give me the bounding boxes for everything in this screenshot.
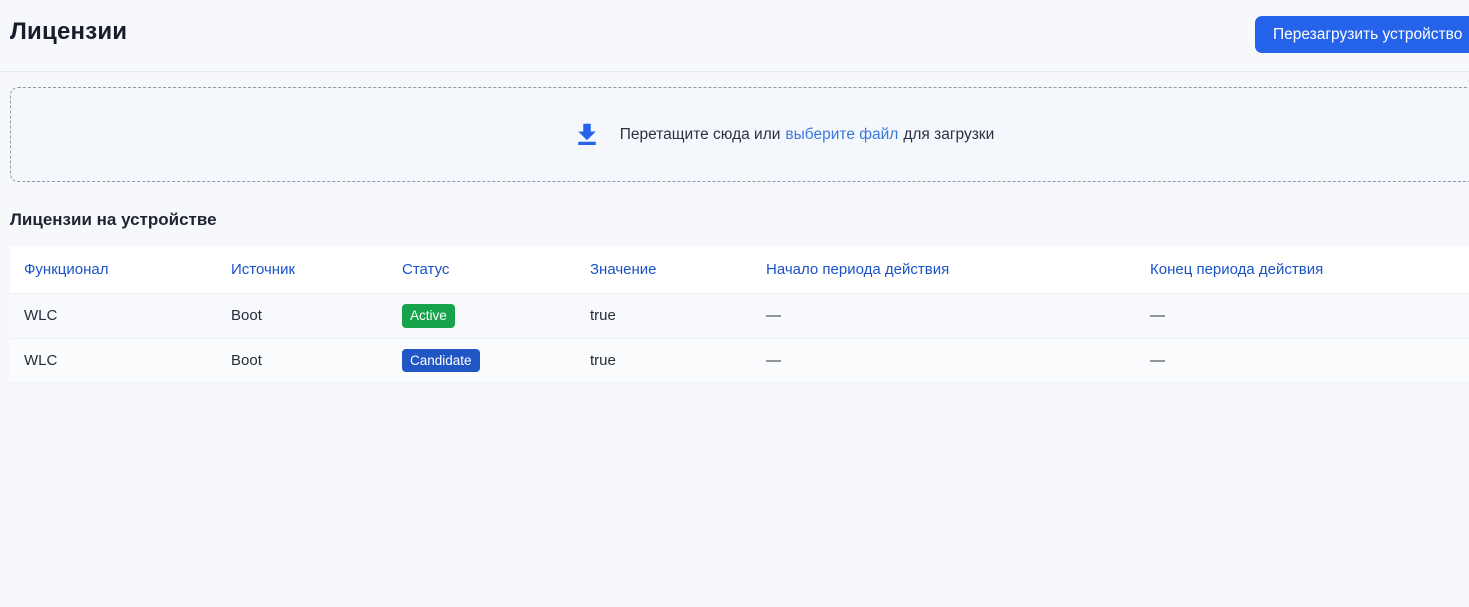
- main-content: Перетащите сюда или выберите файл для за…: [0, 87, 1469, 383]
- cell-status: Active: [388, 294, 576, 339]
- cell-value: true: [576, 338, 752, 383]
- table-row: WLC Boot Candidate true — —: [10, 338, 1469, 383]
- col-header-functional: Функционал: [10, 246, 217, 294]
- section-title: Лицензии на устройстве: [10, 210, 1469, 230]
- status-badge: Candidate: [402, 349, 480, 373]
- cell-value: true: [576, 294, 752, 339]
- col-header-status: Статус: [388, 246, 576, 294]
- licenses-table: Функционал Источник Статус Значение Нача…: [10, 246, 1469, 383]
- choose-file-link[interactable]: выберите файл: [785, 126, 898, 144]
- top-bar: Лицензии Перезагрузить устройство: [0, 0, 1469, 72]
- dropzone-text-before: Перетащите сюда или: [620, 126, 781, 144]
- cell-source: Boot: [217, 338, 388, 383]
- cell-functional: WLC: [10, 338, 217, 383]
- reboot-device-button[interactable]: Перезагрузить устройство: [1255, 16, 1469, 53]
- cell-period-end: —: [1136, 338, 1469, 383]
- dropzone-text-after: для загрузки: [903, 126, 994, 144]
- table-row: WLC Boot Active true — —: [10, 294, 1469, 339]
- page-title: Лицензии: [10, 18, 1469, 46]
- col-header-source: Источник: [217, 246, 388, 294]
- licenses-page: Лицензии Перезагрузить устройство Перета…: [0, 0, 1469, 383]
- cell-source: Boot: [217, 294, 388, 339]
- dropzone-text: Перетащите сюда или выберите файл для за…: [620, 126, 995, 144]
- cell-period-start: —: [752, 294, 1136, 339]
- col-header-period-end: Конец периода действия: [1136, 246, 1469, 294]
- col-header-period-start: Начало периода действия: [752, 246, 1136, 294]
- file-dropzone[interactable]: Перетащите сюда или выберите файл для за…: [10, 87, 1469, 182]
- licenses-table-wrap: Функционал Источник Статус Значение Нача…: [10, 246, 1469, 383]
- cell-period-start: —: [752, 338, 1136, 383]
- cell-functional: WLC: [10, 294, 217, 339]
- cell-status: Candidate: [388, 338, 576, 383]
- status-badge: Active: [402, 304, 455, 328]
- download-icon: [572, 120, 602, 150]
- col-header-value: Значение: [576, 246, 752, 294]
- cell-period-end: —: [1136, 294, 1469, 339]
- table-header-row: Функционал Источник Статус Значение Нача…: [10, 246, 1469, 294]
